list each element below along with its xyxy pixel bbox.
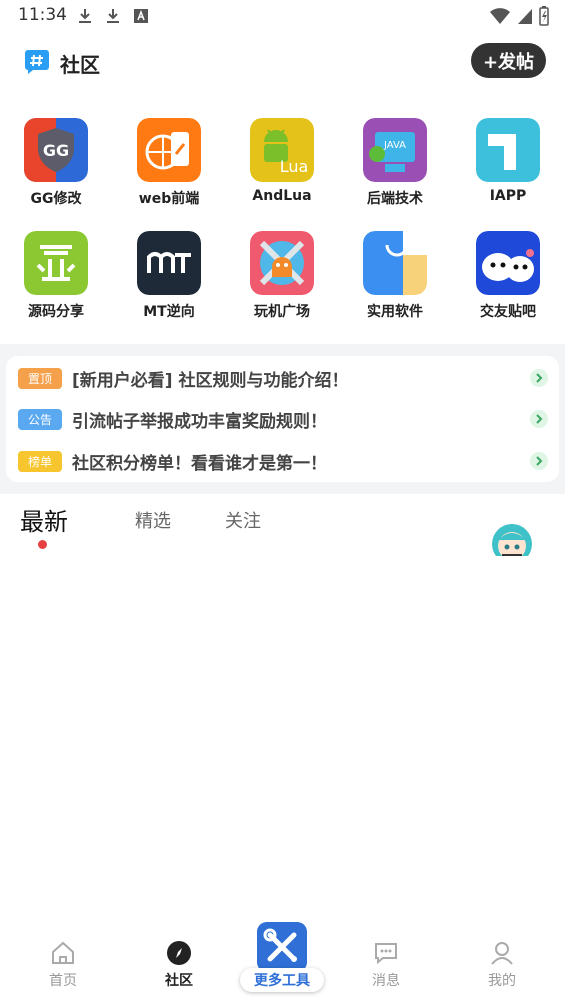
notice-tag-pinned: 置顶 bbox=[18, 367, 62, 389]
download-icon bbox=[107, 9, 119, 23]
tab-following[interactable]: 关注 bbox=[225, 507, 261, 533]
nav-messages[interactable]: 消息 bbox=[346, 940, 426, 990]
nav-profile[interactable]: 我的 bbox=[462, 940, 542, 990]
app-store-icon bbox=[363, 231, 427, 295]
notice-tag-ranking: 榜单 bbox=[18, 450, 62, 472]
page-title: 社区 bbox=[60, 53, 100, 77]
category-label: 源码分享 bbox=[28, 304, 84, 320]
status-bar: 11:34 bbox=[0, 0, 565, 32]
svg-text:Lua: Lua bbox=[280, 157, 309, 176]
category-label: IAPP bbox=[489, 188, 527, 204]
notice-text: 引流帖子举报成功丰富奖励规则！ bbox=[72, 411, 327, 432]
tab-latest[interactable]: 最新 bbox=[20, 502, 68, 537]
nav-tools[interactable]: 更多工具 bbox=[240, 968, 324, 992]
battery-charging-icon bbox=[539, 6, 549, 26]
android-tools-icon bbox=[250, 231, 314, 295]
category-web[interactable]: web前端 bbox=[119, 118, 219, 208]
notice-item-ranking[interactable]: 榜单 社区积分榜单！看看谁才是第一！ bbox=[18, 446, 548, 476]
font-icon bbox=[134, 9, 148, 23]
svg-text:JAVA: JAVA bbox=[383, 140, 406, 151]
new-post-button[interactable]: +发帖 bbox=[471, 43, 546, 78]
category-gg[interactable]: GG GG修改 bbox=[6, 118, 106, 208]
tools-icon[interactable] bbox=[257, 922, 307, 972]
status-right-icons bbox=[489, 6, 549, 26]
chevron-right-icon bbox=[530, 410, 548, 428]
category-friends[interactable]: 交友贴吧 bbox=[458, 231, 558, 321]
category-backend[interactable]: JAVA 后端技术 bbox=[345, 118, 445, 208]
notice-item-pinned[interactable]: 置顶 [新用户必看] 社区规则与功能介绍！ bbox=[18, 363, 548, 393]
feed-tabs: 最新 精选 关注 bbox=[0, 500, 565, 560]
notice-text: [新用户必看] 社区规则与功能介绍！ bbox=[72, 370, 349, 391]
nav-label: 消息 bbox=[372, 973, 400, 989]
category-label: AndLua bbox=[252, 188, 312, 204]
header: 社区 +发帖 bbox=[0, 40, 565, 86]
download-icon bbox=[79, 9, 91, 23]
mt-reverse-icon bbox=[137, 231, 201, 295]
status-time: 11:34 bbox=[18, 5, 67, 25]
notice-text: 社区积分榜单！看看谁才是第一！ bbox=[72, 453, 327, 474]
category-source[interactable]: 源码分享 bbox=[6, 231, 106, 321]
category-andlua[interactable]: Lua AndLua bbox=[232, 118, 332, 204]
active-tab-indicator bbox=[38, 540, 47, 549]
mascot-avatar-icon[interactable] bbox=[476, 516, 546, 556]
signal-icon bbox=[518, 9, 532, 24]
category-software[interactable]: 实用软件 bbox=[345, 231, 445, 321]
category-grid: GG GG修改 web前端 Lua AndLua JAVA 后端技术 IAPP … bbox=[0, 116, 565, 326]
nav-label: 我的 bbox=[488, 973, 516, 989]
category-iapp[interactable]: IAPP bbox=[458, 118, 558, 204]
category-label: MT逆向 bbox=[143, 304, 195, 320]
community-logo-icon bbox=[25, 50, 49, 74]
category-mt[interactable]: MT逆向 bbox=[119, 231, 219, 321]
category-label: GG修改 bbox=[30, 191, 82, 207]
status-left-icons bbox=[76, 7, 150, 25]
iapp-icon bbox=[476, 118, 540, 182]
nav-label: 社区 bbox=[165, 973, 193, 989]
notice-tag-announcement: 公告 bbox=[18, 408, 62, 430]
home-icon bbox=[52, 941, 74, 964]
chat-icon bbox=[375, 943, 397, 965]
notice-item-announcement[interactable]: 公告 引流帖子举报成功丰富奖励规则！ bbox=[18, 404, 548, 434]
chevron-right-icon bbox=[530, 452, 548, 470]
tab-featured[interactable]: 精选 bbox=[135, 507, 171, 533]
nav-label: 首页 bbox=[49, 973, 77, 989]
gg-guardian-icon: GG bbox=[24, 118, 88, 182]
chevron-right-icon bbox=[530, 369, 548, 387]
notice-board: 置顶 [新用户必看] 社区规则与功能介绍！ 公告 引流帖子举报成功丰富奖励规则！… bbox=[6, 356, 559, 482]
category-label: 后端技术 bbox=[367, 191, 423, 207]
compass-icon bbox=[167, 941, 191, 965]
svg-text:GG: GG bbox=[43, 141, 69, 160]
category-label: 实用软件 bbox=[367, 304, 423, 320]
andlua-icon: Lua bbox=[250, 118, 314, 182]
user-icon bbox=[491, 942, 513, 965]
source-code-icon bbox=[24, 231, 88, 295]
wifi-icon bbox=[490, 8, 510, 24]
category-label: 玩机广场 bbox=[254, 304, 310, 320]
category-label: web前端 bbox=[138, 191, 200, 207]
backend-icon: JAVA bbox=[363, 118, 427, 182]
friends-icon bbox=[476, 231, 540, 295]
category-phone-play[interactable]: 玩机广场 bbox=[232, 231, 332, 321]
web-frontend-icon bbox=[137, 118, 201, 182]
category-label: 交友贴吧 bbox=[480, 304, 536, 320]
nav-home[interactable]: 首页 bbox=[23, 940, 103, 990]
nav-community[interactable]: 社区 bbox=[139, 940, 219, 990]
